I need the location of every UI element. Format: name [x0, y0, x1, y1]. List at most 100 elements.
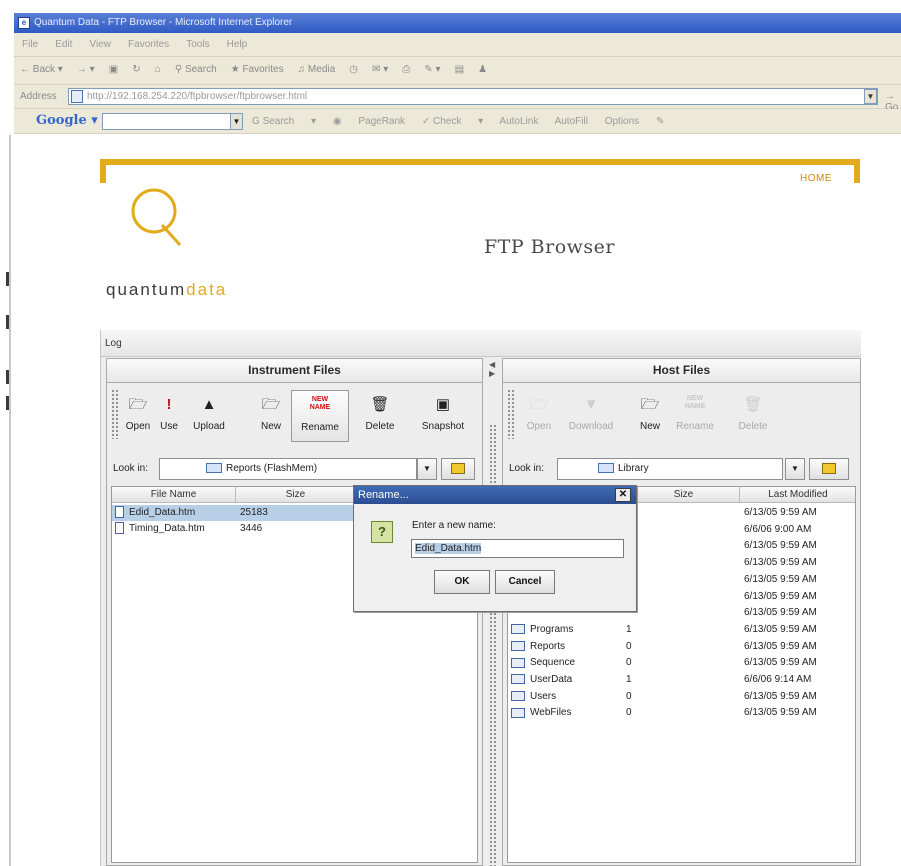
instrument-use-button[interactable]: ! Use	[155, 390, 183, 442]
delete-icon: 🗑	[370, 396, 390, 413]
folder-icon	[511, 674, 525, 685]
column-size[interactable]: Size	[236, 487, 356, 503]
address-bar: Address http://192.168.254.220/ftpbrowse…	[14, 85, 901, 113]
file-size: 0	[626, 707, 632, 719]
edge-marker	[6, 396, 9, 410]
quantumdata-logo: quantumdata	[106, 280, 228, 299]
instrument-rename-button[interactable]: NEW NAME Rename	[291, 390, 349, 442]
google-dropdown-icon[interactable]: ▼	[230, 113, 243, 130]
new-name-input[interactable]: Edid_Data.htm	[411, 539, 624, 558]
google-logo[interactable]: Google ▾	[36, 112, 98, 130]
autolink-button[interactable]: AutoLink	[499, 116, 538, 127]
splitter-arrows-icon[interactable]: ◀ ▶	[489, 360, 495, 378]
menu-help[interactable]: Help	[219, 33, 254, 50]
toolbar-grip[interactable]	[111, 389, 119, 439]
instrument-upload-button[interactable]: ▲ Upload	[187, 390, 231, 442]
cancel-button[interactable]: Cancel	[495, 570, 555, 594]
forward-button[interactable]: → ▾	[71, 57, 100, 75]
host-up-folder-button[interactable]	[809, 458, 849, 480]
panel-splitter[interactable]: ◀ ▶	[486, 358, 499, 866]
file-row[interactable]: Edid_Data.htm 25183	[112, 505, 360, 521]
autofill-button[interactable]: AutoFill	[555, 116, 588, 127]
instrument-delete-button[interactable]: 🗑 Delete	[359, 390, 401, 442]
instrument-new-button[interactable]: 🗁 New	[255, 390, 287, 442]
file-row[interactable]: Timing_Data.htm 3446	[112, 521, 360, 537]
applet-menu-bar: Log	[101, 330, 861, 357]
column-file-name[interactable]: File Name	[112, 487, 236, 503]
check-button[interactable]: ✓ Check ▾	[422, 116, 483, 127]
file-row[interactable]: WebFiles 0 6/13/05 9:59 AM	[508, 705, 855, 721]
history-icon[interactable]: ◷	[343, 57, 363, 75]
menu-view[interactable]: View	[81, 33, 117, 50]
globe-icon[interactable]: ◉	[333, 116, 342, 127]
folder-icon	[511, 691, 525, 702]
look-in-label: Look in:	[509, 463, 545, 474]
ok-button[interactable]: OK	[434, 570, 490, 594]
file-name: WebFiles	[530, 707, 572, 719]
menu-log[interactable]: Log	[105, 338, 122, 349]
menu-file[interactable]: File	[14, 33, 44, 50]
file-row[interactable]: Sequence 0 6/13/05 9:59 AM	[508, 655, 855, 671]
host-toolbar: 🗁 Open ▼ Download 🗁 New NEW NAME Rename 🗑…	[503, 384, 860, 446]
host-look-in-dropdown-icon[interactable]: ▼	[785, 458, 805, 480]
instrument-toolbar: 🗁 Open ! Use ▲ Upload 🗁 New NEW NAME Rena…	[107, 384, 482, 446]
dialog-title[interactable]: Rename...	[354, 486, 636, 504]
menu-edit[interactable]: Edit	[47, 33, 78, 50]
home-icon[interactable]: ⌂	[149, 57, 166, 75]
host-new-button[interactable]: 🗁 New	[635, 390, 665, 442]
column-last-modified[interactable]: Last Modified	[740, 487, 855, 503]
file-modified: 6/13/05 9:59 AM	[744, 507, 817, 518]
rename-icon: NEW NAME	[684, 395, 706, 410]
discuss-icon[interactable]: ▤	[449, 57, 469, 75]
file-name: Reports	[530, 640, 566, 652]
search-button[interactable]: ⚲ Search	[169, 57, 222, 75]
file-row[interactable]: Users 0 6/13/05 9:59 AM	[508, 689, 855, 705]
stop-icon[interactable]: ▣	[103, 57, 123, 75]
favorites-button[interactable]: ★ Favorites	[225, 57, 289, 75]
instrument-open-button[interactable]: 🗁 Open	[123, 390, 153, 442]
column-size[interactable]: Size	[628, 487, 740, 503]
refresh-icon[interactable]: ↻	[126, 57, 145, 75]
look-in-label: Look in:	[113, 463, 149, 474]
file-row[interactable]: Programs 1 6/13/05 9:59 AM	[508, 622, 855, 638]
close-icon[interactable]: ✕	[615, 488, 631, 502]
folder-icon	[206, 463, 222, 474]
host-open-button[interactable]: 🗁 Open	[523, 390, 555, 442]
media-button[interactable]: ♫ Media	[292, 57, 341, 75]
google-search-button[interactable]: G Search ▾	[252, 116, 316, 127]
menu-favorites[interactable]: Favorites	[120, 33, 175, 50]
print-icon[interactable]: ⎙	[396, 57, 415, 75]
use-icon: !	[166, 396, 172, 413]
new-folder-icon: 🗁	[261, 396, 281, 413]
file-modified: 6/13/05 9:59 AM	[744, 707, 817, 719]
host-rename-button[interactable]: NEW NAME Rename	[669, 390, 721, 442]
host-look-in-combo[interactable]: Library	[557, 458, 783, 480]
instrument-look-in-combo[interactable]: Reports (FlashMem)	[159, 458, 417, 480]
address-input[interactable]: http://192.168.254.220/ftpbrowser/ftpbro…	[68, 88, 878, 105]
menu-tools[interactable]: Tools	[178, 33, 215, 50]
file-name: Sequence	[530, 657, 576, 669]
file-size: 0	[626, 690, 632, 702]
instrument-files-title: Instrument Files	[107, 359, 482, 383]
instrument-snapshot-button[interactable]: ▣ Snapshot	[413, 390, 473, 442]
file-row[interactable]: UserData 1 6/6/06 9:14 AM	[508, 672, 855, 688]
google-search-input[interactable]	[102, 113, 236, 130]
pagerank-button[interactable]: PageRank	[358, 116, 405, 127]
options-button[interactable]: Options	[605, 116, 639, 127]
pencil-icon[interactable]: ✎	[656, 116, 664, 127]
file-row[interactable]: Reports 0 6/13/05 9:59 AM	[508, 639, 855, 655]
home-link[interactable]: HOME	[800, 173, 832, 184]
host-delete-button[interactable]: 🗑 Delete	[733, 390, 773, 442]
host-download-button[interactable]: ▼ Download	[561, 390, 621, 442]
edit-icon[interactable]: ✎ ▾	[418, 57, 445, 75]
file-size: 0	[626, 640, 632, 652]
instrument-look-in-dropdown-icon[interactable]: ▼	[417, 458, 437, 480]
download-icon: ▼	[583, 396, 599, 413]
file-modified: 6/13/05 9:59 AM	[744, 590, 817, 602]
mail-icon[interactable]: ✉ ▾	[366, 57, 393, 75]
messenger-icon[interactable]: ♟	[472, 57, 492, 75]
toolbar-grip[interactable]	[507, 389, 515, 439]
back-button[interactable]: ← Back ▾	[14, 57, 68, 75]
address-dropdown-icon[interactable]: ▼	[864, 89, 877, 104]
instrument-up-folder-button[interactable]	[441, 458, 475, 480]
